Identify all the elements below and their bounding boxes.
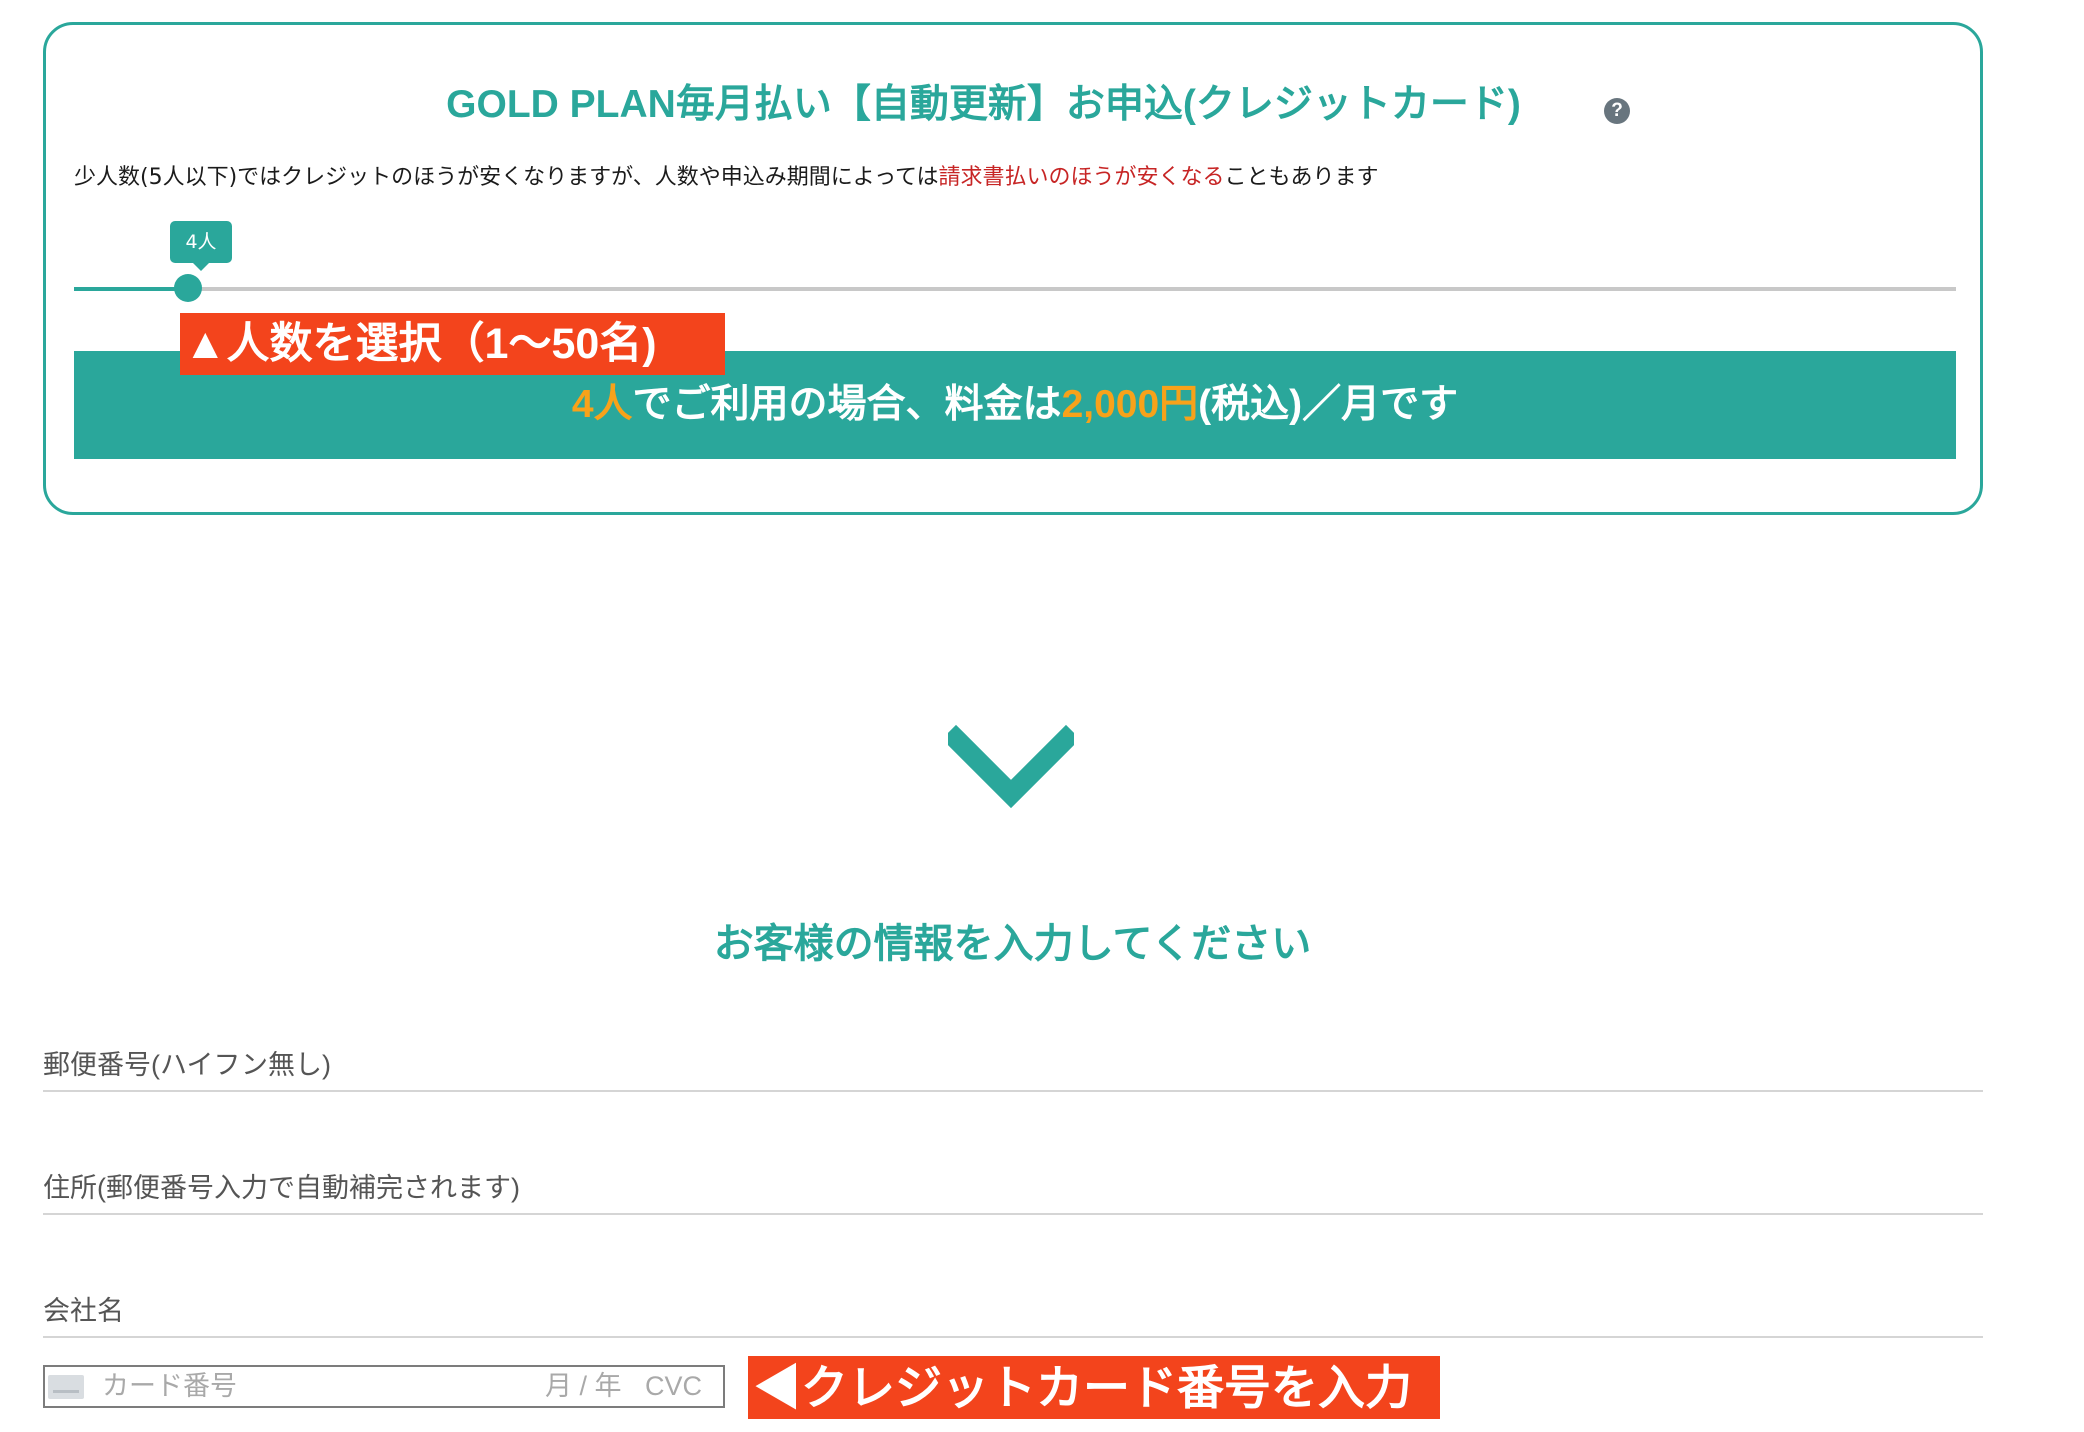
- question-circle-icon[interactable]: ?: [1604, 98, 1630, 124]
- card-expiry-input[interactable]: [545, 1367, 645, 1406]
- member-count-annotation: ▲人数を選択（1〜50名): [180, 313, 725, 375]
- member-count-slider-thumb[interactable]: [174, 274, 202, 302]
- plan-card: GOLD PLAN毎月払い【自動更新】お申込(クレジットカード) ? 少人数(5…: [43, 22, 1983, 515]
- credit-card-field[interactable]: [43, 1365, 725, 1408]
- plan-note-highlight: 請求書払いのほうが安くなる: [938, 165, 1225, 190]
- card-number-input[interactable]: [102, 1367, 402, 1406]
- price-middle-text: でご利用の場合、料金は: [632, 383, 1062, 426]
- credit-card-icon: [48, 1375, 84, 1399]
- price-people-count: 4人: [571, 383, 633, 426]
- card-cvc-input[interactable]: [645, 1367, 720, 1406]
- customer-info-heading: お客様の情報を入力してください: [713, 922, 1312, 966]
- company-name-field[interactable]: [43, 1286, 1983, 1338]
- member-count-slider-fill: [74, 287, 190, 291]
- plan-title: GOLD PLAN毎月払い【自動更新】お申込(クレジットカード): [446, 83, 1521, 126]
- price-suffix: (税込)／月です: [1198, 383, 1459, 426]
- address-field[interactable]: [43, 1163, 1983, 1215]
- chevron-down-icon: [948, 724, 1074, 809]
- plan-note-prefix: 少人数(5人以下)ではクレジットのほうが安くなりますが、人数や申込み期間によって…: [74, 165, 939, 190]
- postal-code-field[interactable]: [43, 1040, 1983, 1092]
- card-number-annotation: ◀クレジットカード番号を入力: [748, 1356, 1440, 1419]
- price-amount: 2,000円: [1061, 383, 1199, 426]
- member-count-slider-track[interactable]: [74, 287, 1956, 291]
- member-count-tooltip: 4人: [170, 221, 232, 271]
- plan-note: 少人数(5人以下)ではクレジットのほうが安くなりますが、人数や申込み期間によって…: [74, 163, 1379, 193]
- plan-note-suffix: こともあります: [1224, 165, 1379, 190]
